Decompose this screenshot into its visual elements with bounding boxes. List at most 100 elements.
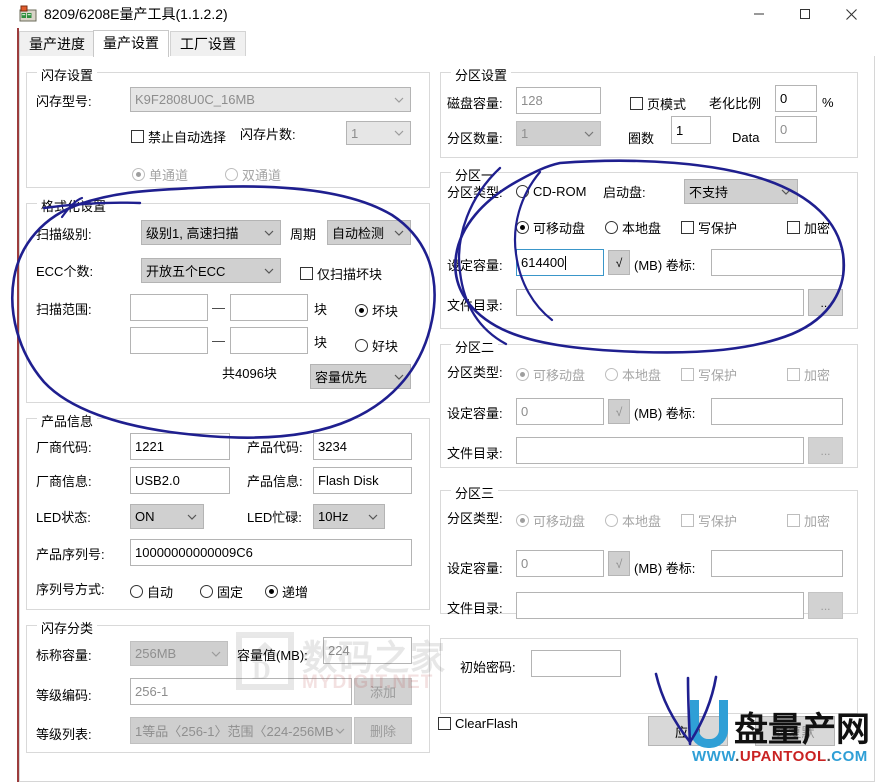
close-button[interactable] <box>828 0 874 28</box>
chevron-down-icon <box>779 185 793 199</box>
partition3-removable-radio[interactable]: 可移动盘 <box>516 511 585 530</box>
vendor-info-input[interactable]: USB2.0 <box>130 467 230 494</box>
flash-model-combo[interactable]: K9F2808U0C_16MB <box>130 87 411 112</box>
scan-range-2-from-input[interactable] <box>130 327 208 354</box>
partition1-boot-combo[interactable]: 不支持 <box>684 179 798 204</box>
minimize-button[interactable] <box>736 0 782 28</box>
capacity-priority-value: 容量优先 <box>315 367 392 386</box>
partition1-local-radio[interactable]: 本地盘 <box>605 218 661 237</box>
scan-bad-only-checkbox[interactable]: 仅扫描坏块 <box>300 264 382 283</box>
partition1-encrypt-label: 加密 <box>804 218 830 237</box>
text-caret <box>565 256 566 270</box>
nominal-capacity-combo[interactable]: 256MB <box>130 641 228 666</box>
partition2-local-radio[interactable]: 本地盘 <box>605 365 661 384</box>
clear-flash-checkbox[interactable]: ClearFlash <box>438 716 518 731</box>
good-block-radio[interactable]: 好块 <box>355 336 398 355</box>
partition2-removable-radio[interactable]: 可移动盘 <box>516 365 585 384</box>
cycle-combo[interactable]: 自动检测 <box>327 220 411 245</box>
product-code-input[interactable]: 3234 <box>313 433 412 460</box>
partition2-encrypt-checkbox[interactable]: 加密 <box>787 365 830 384</box>
aging-ratio-input[interactable]: 0 <box>775 85 817 112</box>
loops-input[interactable]: 1 <box>671 116 711 144</box>
single-channel-radio[interactable]: 单通道 <box>132 165 188 184</box>
partition3-removable-label: 可移动盘 <box>533 511 585 530</box>
partition1-mb-volume-label: (MB) 卷标: <box>634 258 695 274</box>
partition1-write-protect-checkbox[interactable]: 写保护 <box>681 218 737 237</box>
partition3-encrypt-checkbox[interactable]: 加密 <box>787 511 830 530</box>
page-mode-checkbox[interactable]: 页模式 <box>630 94 686 113</box>
input-value: 0 <box>780 91 787 106</box>
grade-code-input[interactable]: 256-1 <box>130 678 352 705</box>
capacity-priority-combo[interactable]: 容量优先 <box>310 364 411 389</box>
partition2-browse-button[interactable]: ... <box>808 437 843 464</box>
led-state-combo[interactable]: ON <box>130 504 204 529</box>
init-password-input[interactable] <box>531 650 621 677</box>
led-busy-combo[interactable]: 10Hz <box>313 504 385 529</box>
partition-count-combo[interactable]: 1 <box>516 121 601 146</box>
serial-mode-fixed-radio[interactable]: 固定 <box>200 582 243 601</box>
partition1-removable-radio[interactable]: 可移动盘 <box>516 218 585 237</box>
product-info-input[interactable]: Flash Disk <box>313 467 412 494</box>
checkbox-box <box>300 267 313 280</box>
scan-range-1-to-input[interactable] <box>230 294 308 321</box>
partition3-local-radio[interactable]: 本地盘 <box>605 511 661 530</box>
chevron-down-icon <box>209 647 223 661</box>
partition1-cdrom-radio[interactable]: CD-ROM <box>516 184 586 199</box>
scan-range-2-to-input[interactable] <box>230 327 308 354</box>
serial-mode-auto-radio[interactable]: 自动 <box>130 582 173 601</box>
partition2-volume-input[interactable] <box>711 398 843 425</box>
partition-count-value: 1 <box>521 126 582 141</box>
tab-factory-settings[interactable]: 工厂设置 <box>170 31 246 57</box>
secondary-action-button[interactable]: 恢复默 <box>755 716 835 746</box>
partition1-local-label: 本地盘 <box>622 218 661 237</box>
partition2-write-protect-checkbox[interactable]: 写保护 <box>681 365 737 384</box>
bad-block-label: 坏块 <box>372 301 398 320</box>
tab-label: 工厂设置 <box>180 36 236 52</box>
partition3-capacity-input[interactable]: 0 <box>516 550 604 577</box>
maximize-button[interactable] <box>782 0 828 28</box>
grade-list-combo[interactable]: 1等品〈256-1〉范围〈224-256MB〉 <box>130 717 352 744</box>
partition3-write-protect-checkbox[interactable]: 写保护 <box>681 511 737 530</box>
checkbox-box <box>787 368 800 381</box>
chip-count-combo[interactable]: 1 <box>346 121 411 145</box>
tab-production-progress[interactable]: 量产进度 <box>19 31 95 57</box>
partition1-sqrt-button[interactable]: √ <box>608 250 630 275</box>
partition3-directory-input[interactable] <box>516 592 804 619</box>
vendor-code-label: 厂商代码: <box>36 440 92 456</box>
partition2-sqrt-button[interactable]: √ <box>608 399 630 424</box>
partition1-encrypt-checkbox[interactable]: 加密 <box>787 218 830 237</box>
apply-button[interactable]: 应用 <box>648 716 728 746</box>
flash-model-value: K9F2808U0C_16MB <box>135 92 392 107</box>
checkbox-box <box>787 221 800 234</box>
capacity-value-input[interactable]: 224 <box>323 637 412 664</box>
dual-channel-radio[interactable]: 双通道 <box>225 165 281 184</box>
serial-number-input[interactable]: 10000000000009C6 <box>130 539 412 566</box>
tab-production-settings[interactable]: 量产设置 <box>93 30 169 57</box>
partition3-volume-input[interactable] <box>711 550 843 577</box>
partition2-directory-input[interactable] <box>516 437 804 464</box>
partition2-type-label: 分区类型: <box>447 365 503 381</box>
add-grade-button[interactable]: 添加 <box>354 678 412 705</box>
disable-auto-select-checkbox[interactable]: 禁止自动选择 <box>131 127 226 146</box>
partition3-sqrt-button[interactable]: √ <box>608 551 630 576</box>
partition1-type-label: 分区类型: <box>447 185 503 201</box>
vendor-code-input[interactable]: 1221 <box>130 433 230 460</box>
data-input[interactable]: 0 <box>775 116 817 143</box>
partition3-browse-button[interactable]: ... <box>808 592 843 619</box>
left-gutter <box>0 0 17 782</box>
partition1-capacity-input[interactable]: 614400 <box>516 249 604 276</box>
delete-grade-button[interactable]: 删除 <box>354 717 412 744</box>
disk-capacity-input[interactable]: 128 <box>516 87 601 114</box>
serial-mode-increment-radio[interactable]: 递增 <box>265 582 308 601</box>
scan-level-combo[interactable]: 级别1, 高速扫描 <box>141 220 281 245</box>
partition1-browse-button[interactable]: ... <box>808 289 843 316</box>
partition2-capacity-input[interactable]: 0 <box>516 398 604 425</box>
checkbox-box <box>681 221 694 234</box>
partition1-volume-input[interactable] <box>711 249 843 276</box>
radio-circle <box>516 514 529 527</box>
scan-range-1-from-input[interactable] <box>130 294 208 321</box>
partition1-directory-input[interactable] <box>516 289 804 316</box>
bad-block-radio[interactable]: 坏块 <box>355 301 398 320</box>
ecc-combo[interactable]: 开放五个ECC <box>141 258 281 283</box>
button-label: ... <box>820 296 830 310</box>
